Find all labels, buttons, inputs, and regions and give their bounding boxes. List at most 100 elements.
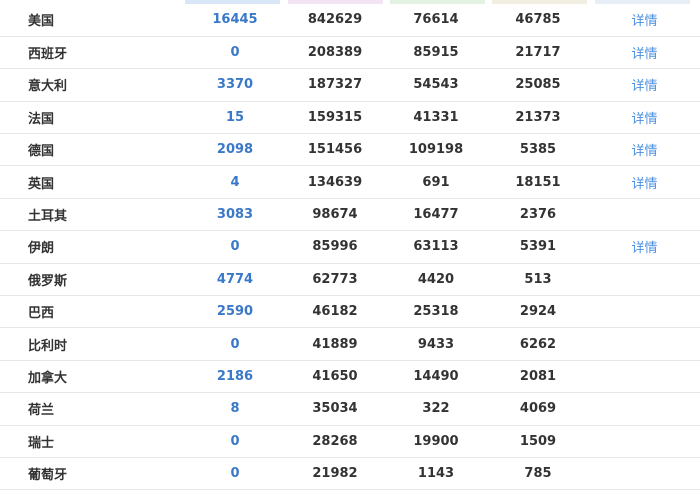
recovered-cases: 25318 — [385, 295, 487, 329]
confirmed-cases: 41889 — [285, 327, 385, 361]
table-row: 意大利 3370 187327 54543 25085 详情 — [0, 68, 700, 102]
new-cases: 0 — [185, 457, 285, 491]
death-cases: 25085 — [487, 68, 589, 102]
detail-link[interactable]: 详情 — [589, 36, 700, 70]
confirmed-cases: 98674 — [285, 198, 385, 232]
table-row: 瑞士 0 28268 19900 1509 — [0, 425, 700, 458]
death-cases: 6262 — [487, 327, 589, 361]
detail-link[interactable]: 详情 — [589, 230, 700, 264]
detail-link — [589, 263, 700, 297]
table-row: 德国 2098 151456 109198 5385 详情 — [0, 133, 700, 167]
country-name: 瑞士 — [0, 425, 185, 458]
confirmed-cases: 187327 — [285, 68, 385, 102]
country-name: 美国 — [0, 4, 185, 37]
new-cases: 0 — [185, 327, 285, 361]
table-row: 美国 16445 842629 76614 46785 详情 — [0, 4, 700, 37]
country-name: 法国 — [0, 101, 185, 135]
confirmed-cases: 28268 — [285, 425, 385, 458]
recovered-cases: 691 — [385, 165, 487, 199]
confirmed-cases: 134639 — [285, 165, 385, 199]
confirmed-cases: 21982 — [285, 457, 385, 491]
country-name: 比利时 — [0, 327, 185, 361]
new-cases: 8 — [185, 392, 285, 426]
recovered-cases: 41331 — [385, 101, 487, 135]
death-cases: 2924 — [487, 295, 589, 329]
detail-link — [589, 457, 700, 491]
recovered-cases: 9433 — [385, 327, 487, 361]
new-cases: 3083 — [185, 198, 285, 232]
country-name: 英国 — [0, 165, 185, 199]
confirmed-cases: 151456 — [285, 133, 385, 167]
confirmed-cases: 62773 — [285, 263, 385, 297]
detail-link — [589, 198, 700, 232]
new-cases: 0 — [185, 230, 285, 264]
recovered-cases: 16477 — [385, 198, 487, 232]
death-cases: 4069 — [487, 392, 589, 426]
death-cases: 5385 — [487, 133, 589, 167]
confirmed-cases: 208389 — [285, 36, 385, 70]
table-row: 巴西 2590 46182 25318 2924 — [0, 295, 700, 329]
country-name: 巴西 — [0, 295, 185, 329]
detail-link — [589, 327, 700, 361]
confirmed-cases: 159315 — [285, 101, 385, 135]
new-cases: 0 — [185, 425, 285, 458]
detail-link[interactable]: 详情 — [589, 165, 700, 199]
table-row: 荷兰 8 35034 322 4069 — [0, 392, 700, 426]
recovered-cases: 4420 — [385, 263, 487, 297]
new-cases: 16445 — [185, 4, 285, 37]
detail-link — [589, 392, 700, 426]
table-row: 英国 4 134639 691 18151 详情 — [0, 165, 700, 199]
country-name: 伊朗 — [0, 230, 185, 264]
table-row: 葡萄牙 0 21982 1143 785 — [0, 457, 700, 491]
confirmed-cases: 85996 — [285, 230, 385, 264]
recovered-cases: 322 — [385, 392, 487, 426]
death-cases: 785 — [487, 457, 589, 491]
new-cases: 0 — [185, 36, 285, 70]
new-cases: 4 — [185, 165, 285, 199]
country-stats-table: 美国 16445 842629 76614 46785 详情 西班牙 0 208389 85915… — [0, 4, 700, 491]
new-cases: 2186 — [185, 360, 285, 394]
new-cases: 2098 — [185, 133, 285, 167]
country-name: 荷兰 — [0, 392, 185, 426]
country-name: 德国 — [0, 133, 185, 167]
table-row: 伊朗 0 85996 63113 5391 详情 — [0, 230, 700, 264]
recovered-cases: 1143 — [385, 457, 487, 491]
country-name: 俄罗斯 — [0, 263, 185, 297]
country-name: 土耳其 — [0, 198, 185, 232]
table-row: 加拿大 2186 41650 14490 2081 — [0, 360, 700, 394]
table-body: 美国 16445 842629 76614 46785 详情 西班牙 0 208389 85915… — [0, 4, 700, 491]
recovered-cases: 19900 — [385, 425, 487, 458]
death-cases: 18151 — [487, 165, 589, 199]
detail-link — [589, 295, 700, 329]
new-cases: 3370 — [185, 68, 285, 102]
death-cases: 21717 — [487, 36, 589, 70]
detail-link[interactable]: 详情 — [589, 133, 700, 167]
death-cases: 513 — [487, 263, 589, 297]
death-cases: 5391 — [487, 230, 589, 264]
death-cases: 21373 — [487, 101, 589, 135]
recovered-cases: 85915 — [385, 36, 487, 70]
recovered-cases: 76614 — [385, 4, 487, 37]
new-cases: 4774 — [185, 263, 285, 297]
recovered-cases: 63113 — [385, 230, 487, 264]
death-cases: 46785 — [487, 4, 589, 37]
country-name: 加拿大 — [0, 360, 185, 394]
table-row: 西班牙 0 208389 85915 21717 详情 — [0, 36, 700, 70]
table-row: 土耳其 3083 98674 16477 2376 — [0, 198, 700, 232]
country-name: 葡萄牙 — [0, 457, 185, 491]
country-name: 西班牙 — [0, 36, 185, 70]
death-cases: 1509 — [487, 425, 589, 458]
detail-link — [589, 425, 700, 458]
confirmed-cases: 842629 — [285, 4, 385, 37]
confirmed-cases: 35034 — [285, 392, 385, 426]
table-row: 法国 15 159315 41331 21373 详情 — [0, 101, 700, 135]
recovered-cases: 109198 — [385, 133, 487, 167]
table-row: 比利时 0 41889 9433 6262 — [0, 327, 700, 361]
confirmed-cases: 41650 — [285, 360, 385, 394]
country-name: 意大利 — [0, 68, 185, 102]
detail-link[interactable]: 详情 — [589, 68, 700, 102]
detail-link — [589, 360, 700, 394]
detail-link[interactable]: 详情 — [589, 101, 700, 135]
table-row: 俄罗斯 4774 62773 4420 513 — [0, 263, 700, 297]
detail-link[interactable]: 详情 — [589, 4, 700, 37]
